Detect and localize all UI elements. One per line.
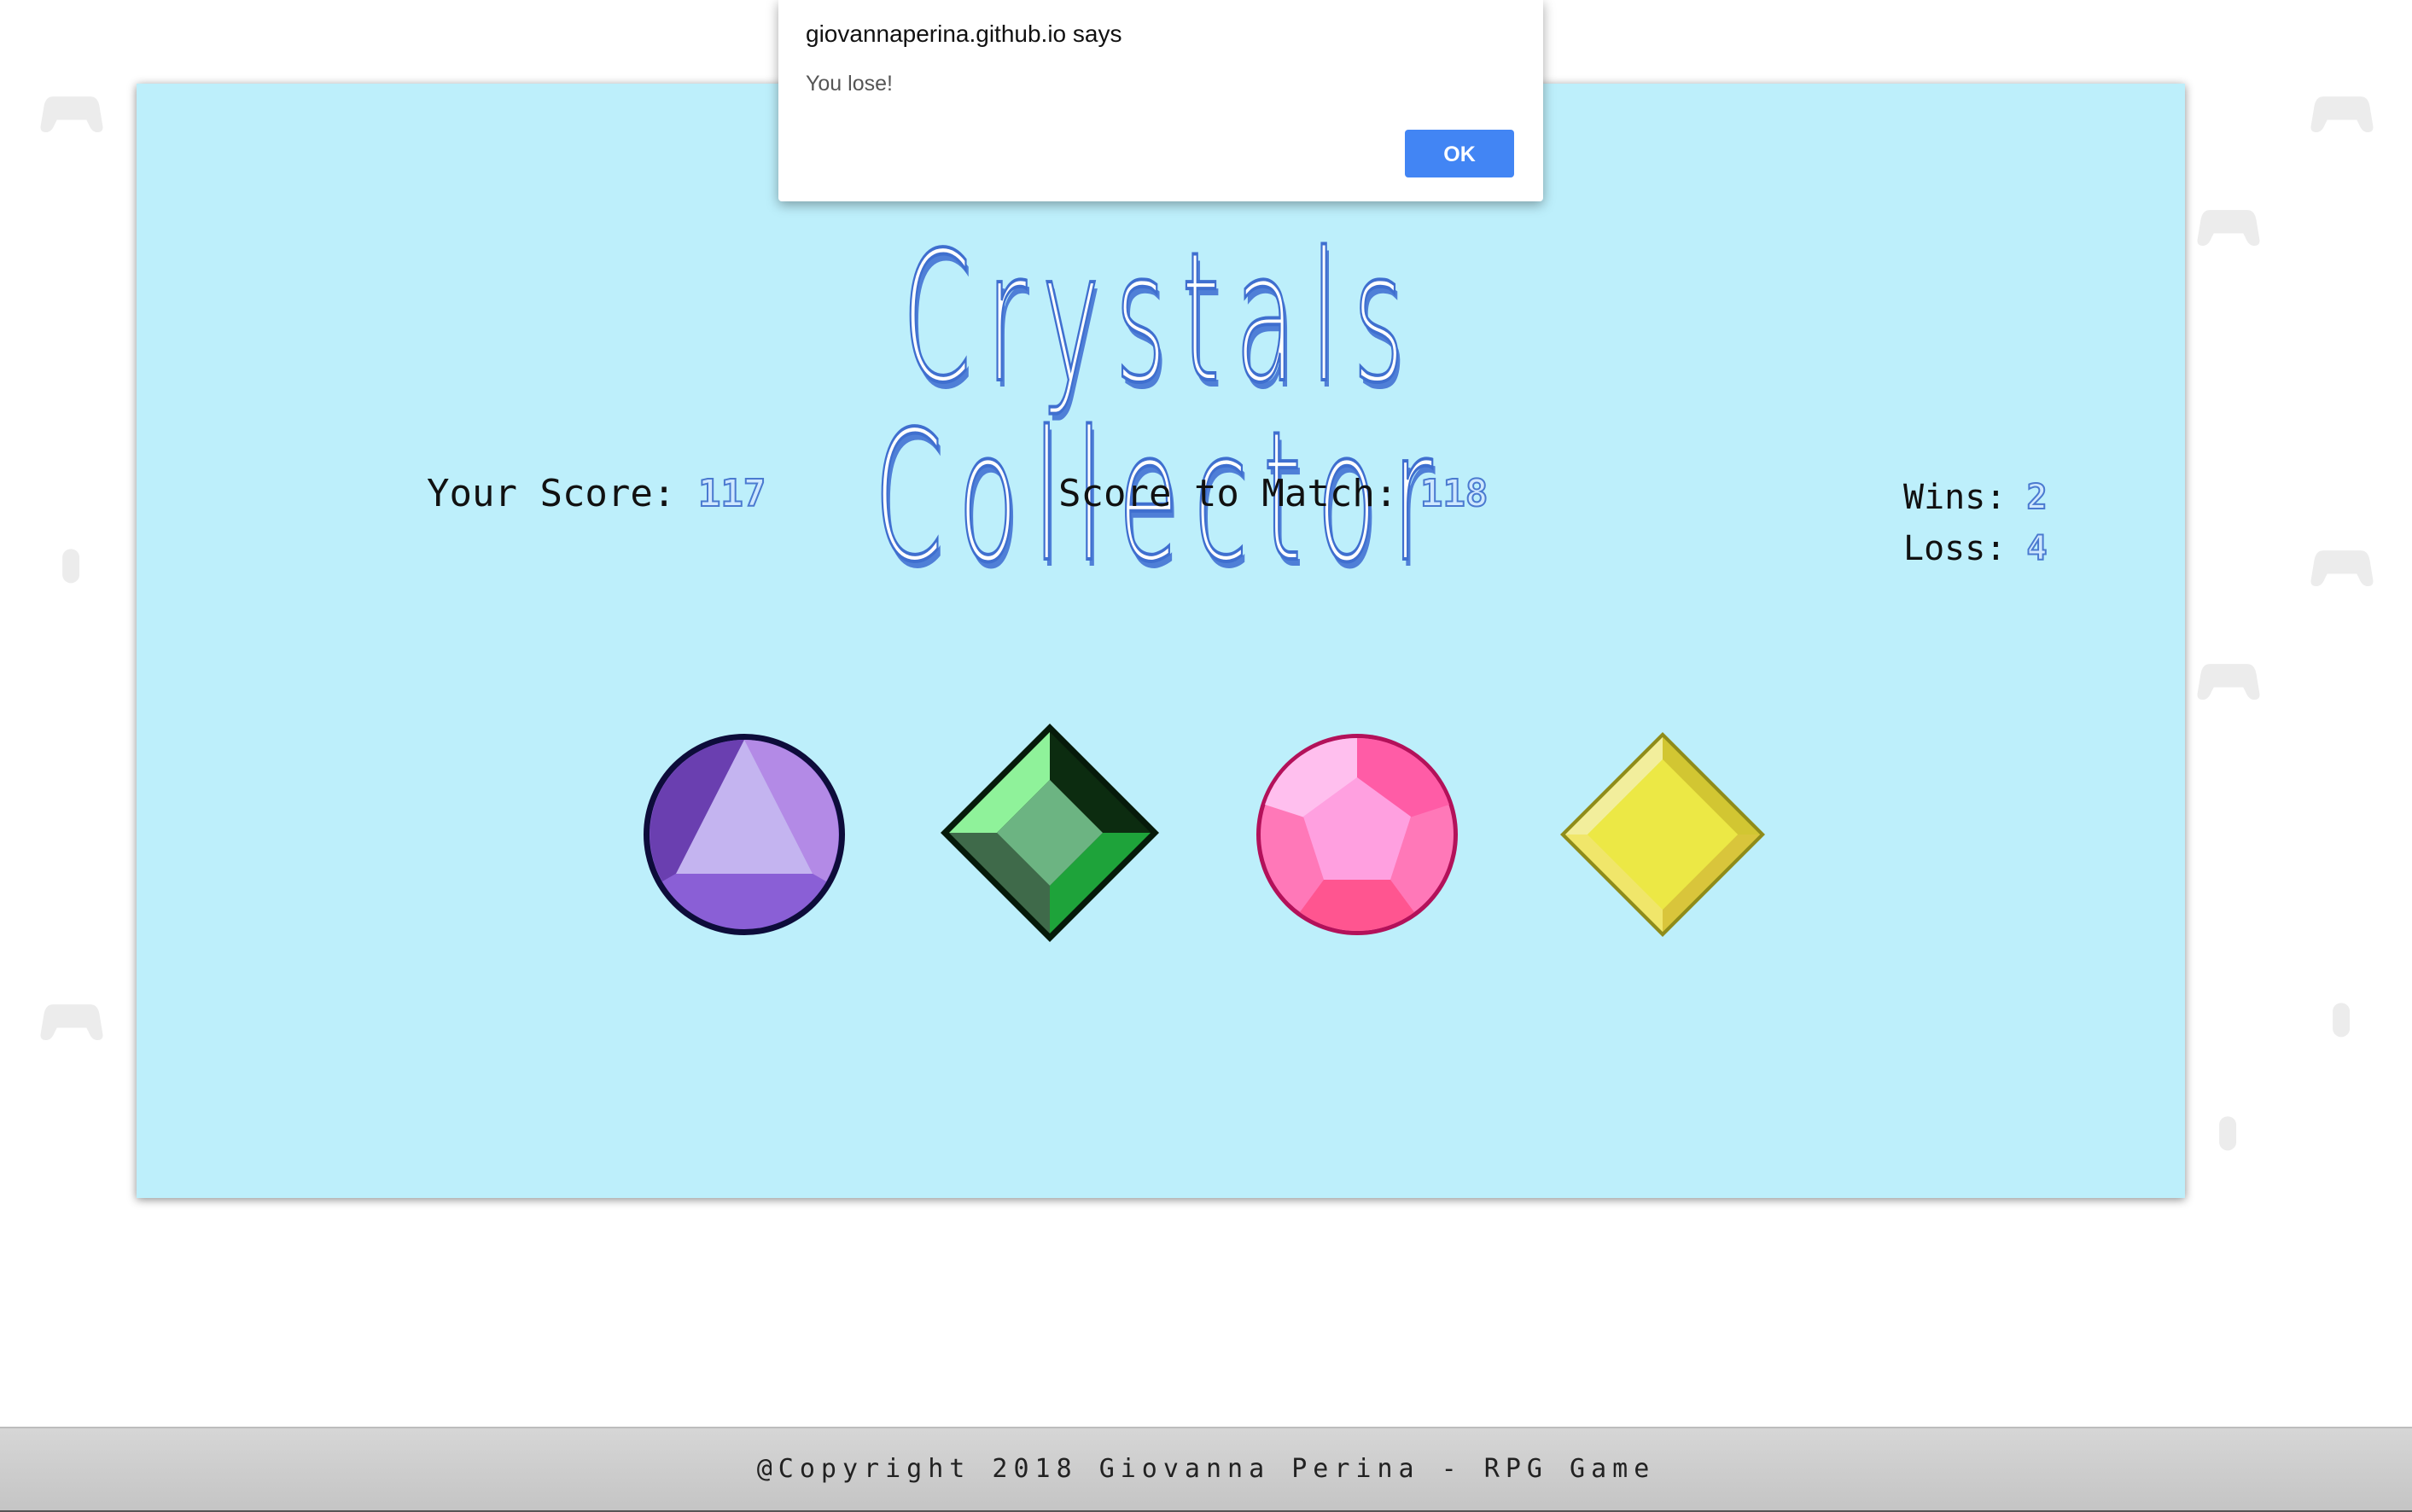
score-to-match: Score to Match: 118 bbox=[1058, 471, 1489, 516]
gamepad-icon bbox=[2197, 664, 2260, 700]
ok-button[interactable]: OK bbox=[1405, 130, 1514, 177]
mouse-icon bbox=[2333, 1003, 2351, 1038]
pink-crystal[interactable] bbox=[1253, 730, 1461, 939]
gamepad-icon bbox=[40, 1004, 103, 1040]
green-crystal[interactable] bbox=[937, 720, 1162, 945]
gamepad-icon bbox=[2310, 550, 2374, 586]
alert-dialog: giovannaperina.github.io says You lose! … bbox=[778, 0, 1543, 201]
gamepad-icon bbox=[40, 96, 103, 132]
game-title: Crystals Collector bbox=[873, 213, 1448, 602]
your-score-value: 117 bbox=[697, 471, 766, 516]
alert-message: You lose! bbox=[806, 72, 893, 96]
loss-label: Loss: bbox=[1903, 529, 2027, 568]
gamepad-icon bbox=[2197, 210, 2260, 246]
your-score: Your Score: 117 bbox=[427, 471, 766, 516]
score-to-match-value: 118 bbox=[1419, 471, 1489, 516]
wins-label: Wins: bbox=[1903, 478, 2027, 517]
copyright-text: @Copyright 2018 Giovanna Perina - RPG Ga… bbox=[756, 1454, 1656, 1484]
game-panel: Crystals Collector Your Score: 117 Score… bbox=[137, 84, 2185, 1198]
mouse-icon bbox=[2219, 1116, 2237, 1151]
alert-title: giovannaperina.github.io says bbox=[806, 20, 1122, 47]
footer: @Copyright 2018 Giovanna Perina - RPG Ga… bbox=[0, 1427, 2412, 1512]
your-score-label: Your Score: bbox=[427, 472, 698, 515]
wins-counter: Wins: 2 bbox=[1903, 477, 2048, 518]
purple-crystal[interactable] bbox=[640, 730, 848, 939]
gamepad-icon bbox=[2310, 96, 2374, 132]
loss-counter: Loss: 4 bbox=[1903, 528, 2048, 569]
loss-value: 4 bbox=[2025, 528, 2048, 569]
yellow-crystal[interactable] bbox=[1558, 730, 1767, 939]
mouse-icon bbox=[62, 549, 80, 584]
wins-value: 2 bbox=[2025, 477, 2048, 518]
score-to-match-label: Score to Match: bbox=[1058, 472, 1420, 515]
